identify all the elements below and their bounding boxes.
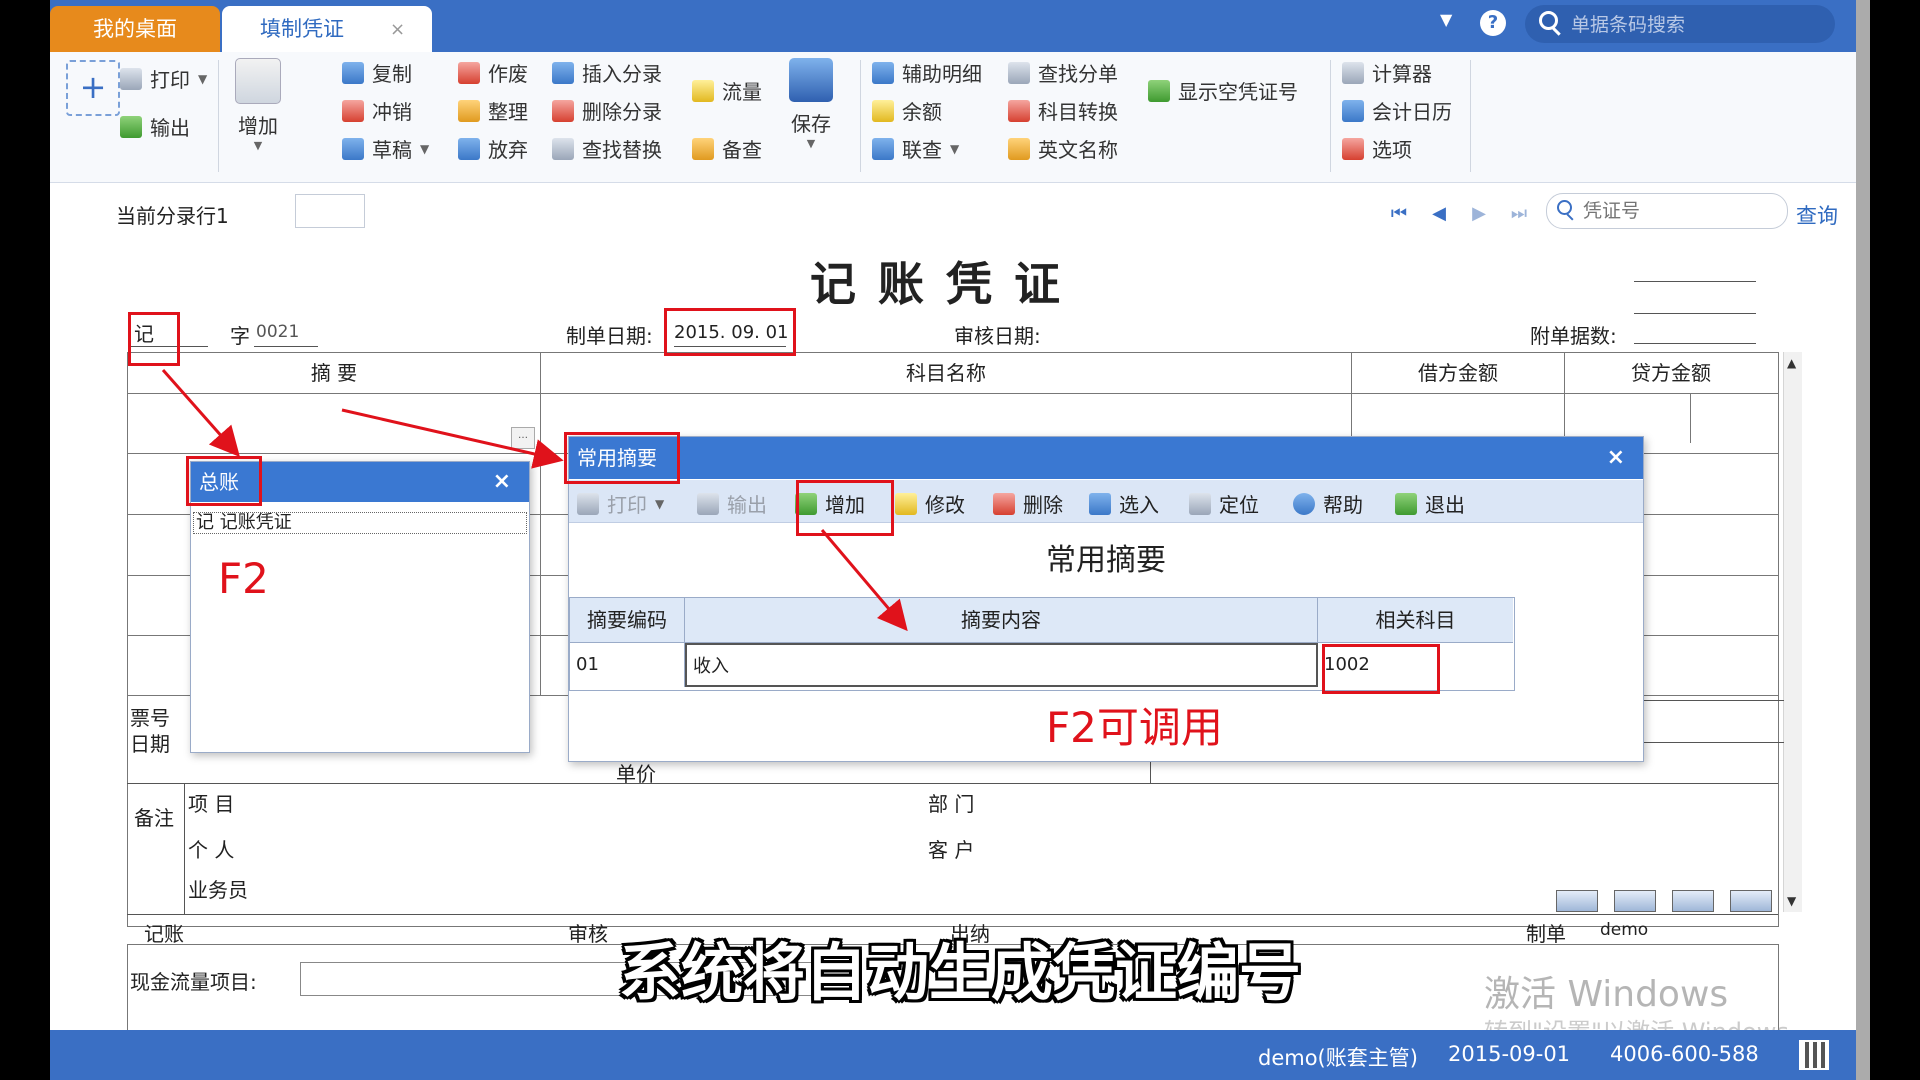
arrow-to-gl-popup [161, 369, 240, 457]
status-date: 2015-09-01 [1448, 1042, 1571, 1066]
arrow-to-cs-popup [341, 408, 564, 469]
arrow-to-content-cell [820, 529, 908, 632]
status-user: demo(账套主管) [1258, 1046, 1418, 1070]
qr-code-icon[interactable] [1799, 1040, 1829, 1070]
video-subtitle: 系统将自动生成凭证编号 [618, 936, 1301, 1009]
window-right-edge [1856, 0, 1870, 1080]
app-window: 我的桌面 填制凭证 × ▼ ? + 打印▼ 输出 增加▼ 复制 冲销 草稿▼ 作… [50, 0, 1856, 1080]
annotation-arrows [161, 369, 908, 632]
status-bar: demo(账套主管) 2015-09-01 4006-600-588 [50, 1030, 1856, 1080]
status-phone: 4006-600-588 [1610, 1042, 1759, 1066]
